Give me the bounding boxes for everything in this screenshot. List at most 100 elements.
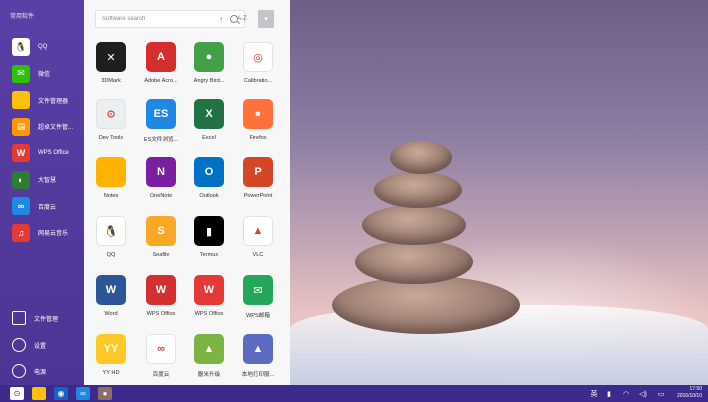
app-label: VLC <box>252 252 264 258</box>
app-tile[interactable]: ∞ 百度云 <box>138 334 184 392</box>
taskbar-browser-icon[interactable]: ◉ <box>54 387 68 400</box>
app-tile[interactable]: N OneNote <box>138 157 184 215</box>
sidebar-item[interactable]: ✉ 微信 <box>12 64 50 84</box>
taskbar-baidu-cloud-icon[interactable]: ∞ <box>76 387 90 400</box>
app-tile[interactable]: ▲ 本地打印服... <box>235 334 281 392</box>
app-label: 腹米升级 <box>197 372 221 378</box>
sidebar-item[interactable]: 🐧 QQ <box>12 37 47 57</box>
clock-date: 2016/10/10 <box>676 393 702 399</box>
app-tile[interactable]: ▮ Termux <box>186 216 232 274</box>
qq-icon: 🐧 <box>96 216 126 246</box>
firefox-icon: ● <box>243 99 273 129</box>
app-label: WPS Office <box>146 311 176 317</box>
excel-icon: X <box>194 99 224 129</box>
calibration-icon: ◎ <box>243 42 273 72</box>
notes-icon <box>96 157 126 187</box>
app-tile[interactable]: ◎ Calibratio... <box>235 42 281 100</box>
es-file-explorer-icon: ES <box>146 99 176 129</box>
volume-icon[interactable]: ◁) <box>637 387 649 400</box>
search-input[interactable] <box>102 16 212 22</box>
dev-tools-icon: ⚙ <box>96 99 126 129</box>
app-tile[interactable]: O Outlook <box>186 157 232 215</box>
sidebar-settings[interactable]: 设置 <box>12 338 46 352</box>
app-label: Calibratio... <box>243 78 273 84</box>
sidebar-item[interactable]: W WPS Office <box>12 143 69 163</box>
app-label: 3DMark <box>101 78 121 84</box>
sidebar-item-label: QQ <box>38 44 48 50</box>
taskbar-start-menu-icon[interactable]: ⊙ <box>10 387 24 400</box>
sidebar-item-label: 超卓文件管... <box>38 125 74 131</box>
sidebar-bottom-label: 设置 <box>34 343 47 350</box>
app-label: OneNote <box>149 193 173 199</box>
app-label: QQ <box>106 252 116 258</box>
app-label: YY HD <box>102 370 120 376</box>
sidebar-bottom-label: 电源 <box>34 369 47 376</box>
taskbar-game-icon[interactable]: ● <box>98 387 112 400</box>
app-tile[interactable]: ES ES文件浏览... <box>138 99 184 157</box>
sidebar-item-label: 大智慧 <box>38 178 57 184</box>
sidebar-item[interactable]: ▤ 超卓文件管... <box>12 117 73 137</box>
sidebar-item[interactable]: 文件管理器 <box>12 90 68 110</box>
sidebar-item[interactable]: ∞ 百度云 <box>12 196 56 216</box>
app-tile[interactable]: W WPS Office <box>138 275 184 333</box>
wallpaper-stone <box>362 205 466 245</box>
sidebar-bottom-label: 文件管理 <box>34 316 59 323</box>
app-tile[interactable]: ● Angry Bird... <box>186 42 232 100</box>
baidu-cloud-icon: ∞ <box>146 334 176 364</box>
app-tile[interactable]: ▲ 腹米升级 <box>186 334 232 392</box>
sidebar-power[interactable]: 电源 <box>12 364 46 378</box>
app-label: Adobe Acro... <box>144 78 178 84</box>
app-tile[interactable]: ▲ VLC <box>235 216 281 274</box>
notification-icon[interactable]: ▭ <box>655 387 667 400</box>
wallpaper-stone <box>374 172 462 208</box>
input-method-icon[interactable]: 英 <box>588 387 600 400</box>
app-tile[interactable]: W Word <box>88 275 134 333</box>
app-tile[interactable]: X Excel <box>186 99 232 157</box>
sort-control[interactable]: ↑ A-Z <box>214 10 256 28</box>
system-clock[interactable]: 17:50 2016/10/10 <box>677 386 702 400</box>
wps-office-icon: W <box>194 275 224 305</box>
app-tile[interactable]: W WPS Office <box>186 275 232 333</box>
usb-icon[interactable]: ▮ <box>603 387 615 400</box>
app-label: Angry Bird... <box>193 78 225 84</box>
word-icon: W <box>96 275 126 305</box>
app-tile[interactable]: ● Firefox <box>235 99 281 157</box>
sidebar-item[interactable]: ◐ 大智慧 <box>12 170 56 190</box>
app-tile[interactable]: ⚙ Dev Tools <box>88 99 134 157</box>
sort-dropdown-button[interactable]: ▾ <box>258 10 274 28</box>
app-label: WPS Office <box>194 311 224 317</box>
app-label: 本地打印服... <box>241 372 275 378</box>
app-label: Outlook <box>199 193 219 199</box>
app-tile[interactable]: S Seafile <box>138 216 184 274</box>
app-label: WPS邮箱 <box>246 313 270 319</box>
app-tile[interactable]: ✕ 3DMark <box>88 42 134 100</box>
app-label: Firefox <box>249 135 267 141</box>
sidebar-item-label: WPS Office <box>38 150 69 156</box>
app-label: Seafile <box>152 252 170 258</box>
taskbar-folder-icon[interactable] <box>32 387 46 400</box>
wifi-icon[interactable]: ◠ <box>620 387 632 400</box>
vlc-icon: ▲ <box>243 216 273 246</box>
sidebar-item-label: 百度云 <box>38 204 57 211</box>
sidebar-item-label: 网易云音乐 <box>38 231 69 237</box>
app-tile[interactable]: ✉ WPS邮箱 <box>235 275 281 333</box>
app-label: 百度云 <box>152 372 170 378</box>
wallpaper-stone <box>390 141 452 174</box>
netease-music-icon: ♫ <box>12 223 30 242</box>
app-tile[interactable]: Notes <box>88 157 134 215</box>
adobe-acrobat-icon: A <box>146 42 176 72</box>
app-tile[interactable]: 🐧 QQ <box>88 216 134 274</box>
folder-outline-icon <box>12 311 26 325</box>
sort-up-arrow-icon[interactable]: ↑ <box>214 15 228 24</box>
app-label: PowerPoint <box>243 193 273 199</box>
app-tile[interactable]: YY YY HD <box>88 334 134 392</box>
app-tile[interactable]: A Adobe Acro... <box>138 42 184 100</box>
angry-birds-icon: ● <box>194 42 224 72</box>
wechat-icon: ✉ <box>12 64 30 83</box>
app-label: Word <box>104 311 118 317</box>
taskbar: ⊙ ◉ ∞ ● 英 ▮ ◠ ◁) ▭ 17:50 2016/10/10 <box>0 385 708 402</box>
sidebar-file-manager[interactable]: 文件管理 <box>12 311 58 325</box>
sidebar-item[interactable]: ♫ 网易云音乐 <box>12 223 68 243</box>
outlook-icon: O <box>194 157 224 187</box>
app-tile[interactable]: P PowerPoint <box>235 157 281 215</box>
